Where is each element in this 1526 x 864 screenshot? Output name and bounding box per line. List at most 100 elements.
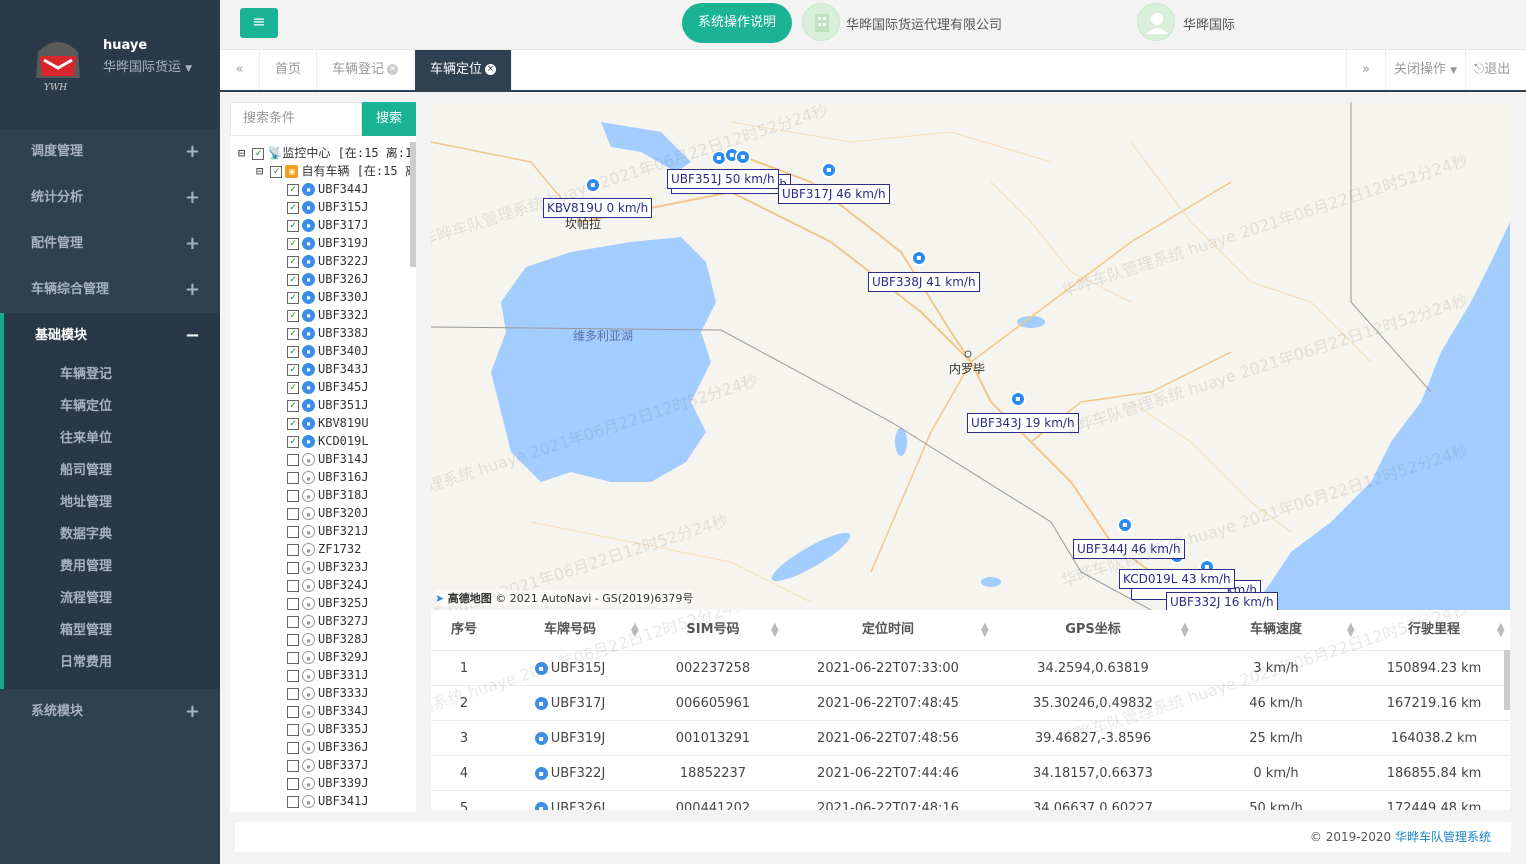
tab-scroll-left[interactable]: « bbox=[220, 50, 260, 90]
sub-item-vehicle-register[interactable]: 车辆登记 bbox=[4, 359, 220, 391]
checkbox[interactable]: ✓ bbox=[270, 165, 283, 178]
tab-vehicle-register[interactable]: 车辆登记 × bbox=[317, 50, 415, 90]
tree-vehicle-offline[interactable]: ▪ UBF335J bbox=[287, 720, 369, 738]
vehicle-label[interactable]: UBF343J 19 km/h bbox=[967, 413, 1079, 433]
tree-vehicle-offline[interactable]: ▪ UBF320J bbox=[287, 504, 369, 522]
tree-vehicle-offline[interactable]: ▪ UBF324J bbox=[287, 576, 369, 594]
sub-item-container-types[interactable]: 箱型管理 bbox=[4, 615, 220, 647]
table-row[interactable]: 1 ▪ UBF315J 002237258 2021-06-22T07:33:00 34.… bbox=[431, 650, 1510, 685]
sub-item-partners[interactable]: 往来单位 bbox=[4, 423, 220, 455]
map-view[interactable]: 维多利亚湖 内罗毕 坎帕拉 ▪ ▪ ▪ ▪ ▪ ▪ ▪ ▪ ▪ ▪ KBV819… bbox=[431, 102, 1510, 610]
vehicle-marker[interactable]: ▪ bbox=[735, 149, 751, 165]
column-header[interactable]: SIM号码 bbox=[643, 610, 783, 650]
nav-item-dispatch[interactable]: 调度管理 + bbox=[0, 129, 220, 175]
column-header[interactable]: 序号 bbox=[431, 610, 497, 650]
checkbox[interactable] bbox=[287, 489, 299, 502]
tree-vehicle-offline[interactable]: ▪ UBF325J bbox=[287, 594, 369, 612]
tree-vehicle-offline[interactable]: ▪ UBF329J bbox=[287, 648, 369, 666]
vehicle-label[interactable]: UBF317J 46 km/h bbox=[778, 184, 890, 204]
sub-item-daily-fees[interactable]: 日常费用 bbox=[4, 647, 220, 679]
table-row[interactable]: 5 ▪ UBF326J 000441202 2021-06-22T07:48:16 34.… bbox=[431, 790, 1510, 810]
checkbox[interactable] bbox=[287, 759, 299, 772]
tree-vehicle-online[interactable]: ✓ ▪ UBF351J bbox=[287, 396, 369, 414]
checkbox[interactable] bbox=[287, 633, 299, 646]
tree-vehicle-online[interactable]: ✓ ▪ UBF322J bbox=[287, 252, 369, 270]
user-company-dropdown[interactable]: 华晔国际货运 ▼ bbox=[103, 56, 192, 75]
search-input[interactable]: 搜索条件 bbox=[230, 102, 362, 136]
tree-vehicle-offline[interactable]: ▪ UBF334J bbox=[287, 702, 369, 720]
nav-item-basic[interactable]: 基础模块 − bbox=[4, 313, 220, 359]
vehicle-label[interactable]: KBV819U 0 km/h bbox=[543, 198, 653, 218]
column-header[interactable]: 车辆速度 bbox=[1193, 610, 1359, 650]
tree-vehicle-offline[interactable]: ▪ UBF314J bbox=[287, 450, 369, 468]
vehicle-marker[interactable]: ▪ bbox=[1010, 391, 1026, 407]
checkbox[interactable] bbox=[287, 507, 299, 520]
checkbox[interactable]: ✓ bbox=[287, 327, 299, 340]
table-row[interactable]: 4 ▪ UBF322J 18852237 2021-06-22T07:44:46 34.1… bbox=[431, 755, 1510, 790]
vehicle-label[interactable]: UBF351J 50 km/h bbox=[667, 169, 779, 189]
tree-vehicle-online[interactable]: ✓ ▪ UBF315J bbox=[287, 198, 369, 216]
table-row[interactable]: 2 ▪ UBF317J 006605961 2021-06-22T07:48:45 35.… bbox=[431, 685, 1510, 720]
sub-item-shipping-lines[interactable]: 船司管理 bbox=[4, 455, 220, 487]
checkbox[interactable] bbox=[287, 723, 299, 736]
checkbox[interactable]: ✓ bbox=[287, 237, 299, 250]
tree-vehicle-online[interactable]: ✓ ▪ UBF330J bbox=[287, 288, 369, 306]
sub-item-vehicle-location[interactable]: 车辆定位 bbox=[4, 391, 220, 423]
checkbox[interactable]: ✓ bbox=[287, 381, 299, 394]
checkbox[interactable]: ✓ bbox=[287, 291, 299, 304]
tree-group[interactable]: ⊟ ✓ ▣ 自有车辆 [在:15 离: bbox=[256, 162, 416, 180]
tree-vehicle-offline[interactable]: ▪ UBF336J bbox=[287, 738, 369, 756]
checkbox[interactable]: ✓ bbox=[287, 399, 299, 412]
checkbox[interactable]: ✓ bbox=[287, 363, 299, 376]
tree-vehicle-offline[interactable]: ▪ UBF323J bbox=[287, 558, 369, 576]
tree-vehicle-offline[interactable]: ▪ UBF337J bbox=[287, 756, 369, 774]
checkbox[interactable] bbox=[287, 669, 299, 682]
vehicle-label[interactable]: KCD019L 43 km/h bbox=[1119, 569, 1235, 589]
sub-item-fees[interactable]: 费用管理 bbox=[4, 551, 220, 583]
tree-vehicle-offline[interactable]: ▪ UBF321J bbox=[287, 522, 369, 540]
checkbox[interactable] bbox=[287, 579, 299, 592]
sub-item-workflow[interactable]: 流程管理 bbox=[4, 583, 220, 615]
close-operations-dropdown[interactable]: 关闭操作 ▼ bbox=[1386, 50, 1467, 90]
checkbox[interactable] bbox=[287, 777, 299, 790]
table-row[interactable]: 3 ▪ UBF319J 001013291 2021-06-22T07:48:56 39.… bbox=[431, 720, 1510, 755]
tree-vehicle-offline[interactable]: ▪ UBF331J bbox=[287, 666, 369, 684]
sub-item-address[interactable]: 地址管理 bbox=[4, 487, 220, 519]
vehicle-label[interactable]: UBF338J 41 km/h bbox=[868, 272, 980, 292]
sort-icon[interactable]: ▲ ▼ bbox=[771, 622, 779, 639]
checkbox[interactable] bbox=[287, 795, 299, 808]
checkbox[interactable]: ✓ bbox=[287, 417, 299, 430]
checkbox[interactable] bbox=[287, 561, 299, 574]
search-button[interactable]: 搜索 bbox=[362, 102, 416, 136]
tree-vehicle-online[interactable]: ✓ ▪ UBF340J bbox=[287, 342, 369, 360]
tree-vehicle-online[interactable]: ✓ ▪ UBF343J bbox=[287, 360, 369, 378]
tab-scroll-right[interactable]: » bbox=[1346, 50, 1386, 90]
checkbox[interactable]: ✓ bbox=[287, 345, 299, 358]
column-header[interactable]: 定位时间 bbox=[783, 610, 993, 650]
tree-vehicle-offline[interactable]: ▪ UBF316J bbox=[287, 468, 369, 486]
checkbox[interactable] bbox=[287, 741, 299, 754]
tree-vehicle-online[interactable]: ✓ ▪ UBF345J bbox=[287, 378, 369, 396]
checkbox[interactable]: ✓ bbox=[287, 219, 299, 232]
nav-item-parts[interactable]: 配件管理 + bbox=[0, 221, 220, 267]
column-header[interactable]: GPS坐标 bbox=[993, 610, 1193, 650]
nav-item-statistics[interactable]: 统计分析 + bbox=[0, 175, 220, 221]
tree-vehicle-offline[interactable]: ▪ UBF318J bbox=[287, 486, 369, 504]
menu-toggle-button[interactable]: ≡ bbox=[240, 8, 278, 38]
checkbox[interactable] bbox=[287, 525, 299, 538]
sort-icon[interactable]: ▲ ▼ bbox=[981, 622, 989, 639]
help-button[interactable]: 系统操作说明 bbox=[682, 3, 792, 43]
checkbox[interactable] bbox=[287, 453, 299, 466]
tree-vehicle-online[interactable]: ✓ ▪ UBF344J bbox=[287, 180, 369, 198]
vehicle-label[interactable]: UBF332J 16 km/h bbox=[1166, 592, 1278, 610]
column-header[interactable]: 车牌号码 bbox=[497, 610, 643, 650]
vehicle-marker[interactable]: ▪ bbox=[585, 177, 601, 193]
tree-vehicle-offline[interactable]: ▪ UBF333J bbox=[287, 684, 369, 702]
tree-vehicle-online[interactable]: ✓ ▪ UBF326J bbox=[287, 270, 369, 288]
tree-vehicle-offline[interactable]: ▪ UBF328J bbox=[287, 630, 369, 648]
tree-vehicle-online[interactable]: ✓ ▪ KCD019L bbox=[287, 432, 369, 450]
checkbox[interactable]: ✓ bbox=[287, 435, 299, 448]
column-header[interactable]: 行驶里程 bbox=[1359, 610, 1509, 650]
tree-vehicle-offline[interactable]: ▪ UBF341J bbox=[287, 792, 369, 810]
tree-vehicle-offline[interactable]: ▪ UBF327J bbox=[287, 612, 369, 630]
